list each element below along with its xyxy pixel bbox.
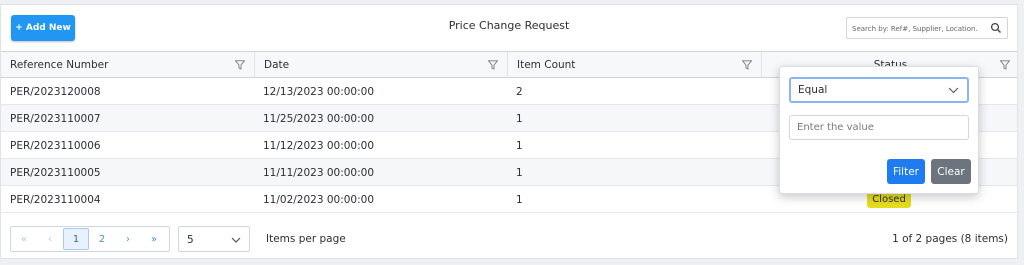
cell-item-count: 1 [516, 194, 523, 206]
cell-reference-number: PER/2023110005 [10, 167, 101, 179]
column-header-item-count[interactable]: Item Count [508, 52, 762, 78]
pager-buttons: « ‹ 1 2 › » [10, 226, 170, 252]
pager-info: 1 of 2 pages (8 items) [892, 233, 1008, 245]
column-header-label: Item Count [517, 59, 576, 71]
cell-item-count: 1 [516, 113, 523, 125]
cell-date: 12/13/2023 00:00:00 [263, 86, 375, 98]
search-box[interactable] [846, 17, 1008, 39]
clear-button[interactable]: Clear [931, 159, 971, 184]
cell-item-count: 2 [516, 86, 523, 98]
filter-value-input[interactable] [789, 115, 969, 140]
chevron-down-icon [231, 237, 241, 243]
cell-date: 11/25/2023 00:00:00 [263, 113, 375, 125]
column-header-label: Reference Number [10, 59, 109, 71]
column-header-reference-number[interactable]: Reference Number [1, 52, 255, 78]
filter-button[interactable]: Filter [887, 159, 925, 184]
cell-date: 11/11/2023 00:00:00 [263, 167, 375, 179]
page-size-value: 5 [187, 234, 194, 246]
page-button-2[interactable]: 2 [89, 227, 115, 251]
search-input[interactable] [852, 20, 982, 37]
first-page-button[interactable]: « [11, 227, 37, 251]
cell-date: 11/12/2023 00:00:00 [263, 140, 375, 152]
pager: « ‹ 1 2 › » 5 Items per page 1 of 2 page… [1, 216, 1017, 258]
column-header-label: Date [264, 59, 290, 71]
page-button-1[interactable]: 1 [63, 228, 89, 250]
column-header-date[interactable]: Date [255, 52, 508, 78]
items-per-page-label: Items per page [266, 233, 346, 245]
page-size-select[interactable]: 5 [178, 226, 250, 252]
cell-date: 11/02/2023 00:00:00 [263, 194, 375, 206]
filter-icon[interactable] [1000, 60, 1010, 70]
filter-icon[interactable] [742, 60, 752, 70]
previous-page-button[interactable]: ‹ [37, 227, 63, 251]
last-page-button[interactable]: » [141, 227, 167, 251]
cell-item-count: 1 [516, 140, 523, 152]
cell-reference-number: PER/2023120008 [10, 86, 101, 98]
filter-icon[interactable] [488, 60, 498, 70]
next-page-button[interactable]: › [115, 227, 141, 251]
cell-reference-number: PER/2023110006 [10, 140, 101, 152]
filter-icon[interactable] [235, 60, 245, 70]
filter-operator-value: Equal [798, 84, 828, 96]
cell-reference-number: PER/2023110007 [10, 113, 101, 125]
cell-reference-number: PER/2023110004 [10, 194, 101, 206]
filter-popup: Equal Filter Clear [779, 66, 979, 194]
search-icon[interactable] [990, 22, 1002, 34]
chevron-down-icon [948, 87, 959, 94]
filter-operator-select[interactable]: Equal [789, 77, 969, 103]
cell-item-count: 1 [516, 167, 523, 179]
grid-toolbar: + Add New Price Change Request [1, 5, 1017, 47]
